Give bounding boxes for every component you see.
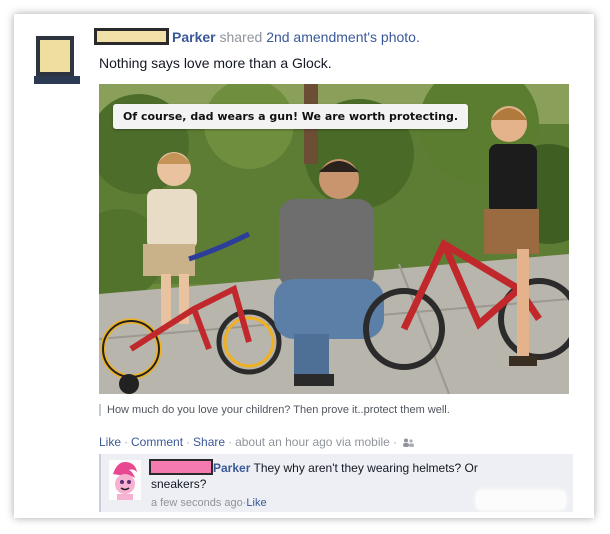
comment-timestamp[interactable]: a few seconds ago (151, 497, 243, 509)
comment-meta: a few seconds ago·Like (151, 497, 267, 509)
commenter-name-link[interactable]: Parker (213, 461, 250, 475)
redaction-smudge (476, 490, 566, 510)
avatar-picture (40, 40, 70, 72)
separator: · (392, 435, 397, 449)
speech-bubble: Of course, dad wears a gun! We are worth… (113, 104, 469, 129)
comment-link[interactable]: Comment (131, 435, 183, 449)
like-link[interactable]: Like (99, 435, 121, 449)
comment-text: They why aren't they wearing helmets? Or… (151, 461, 478, 491)
commenter-avatar[interactable] (109, 460, 141, 500)
separator: · (124, 435, 129, 449)
avatar-base (34, 76, 80, 84)
separator: · (228, 435, 233, 449)
feed-story: Parker shared 2nd amendment's photo. Not… (14, 14, 594, 518)
comment-body: Parker They why aren't they wearing helm… (151, 460, 521, 492)
photo-caption: How much do you love your children? Then… (99, 404, 450, 416)
share-link[interactable]: Share (193, 435, 225, 449)
shared-source-link[interactable]: 2nd amendment's photo. (266, 29, 420, 45)
redacted-name-box (94, 28, 169, 45)
shared-verb: shared (219, 29, 263, 45)
status-text: Nothing says love more than a Glock. (99, 55, 332, 71)
friends-icon[interactable] (402, 438, 414, 448)
story-headline: Parker shared 2nd amendment's photo. (172, 29, 420, 45)
comment-like-link[interactable]: Like (246, 497, 266, 509)
story-actions: Like · Comment · Share · about an hour ago via… (99, 435, 414, 449)
photo-scene (99, 84, 569, 394)
poster-name-link[interactable]: Parker (172, 29, 216, 45)
poster-avatar[interactable] (34, 34, 80, 84)
separator: · (186, 435, 191, 449)
story-timestamp[interactable]: about an hour ago via mobile (235, 435, 390, 449)
shared-photo[interactable]: Of course, dad wears a gun! We are worth… (99, 84, 569, 394)
